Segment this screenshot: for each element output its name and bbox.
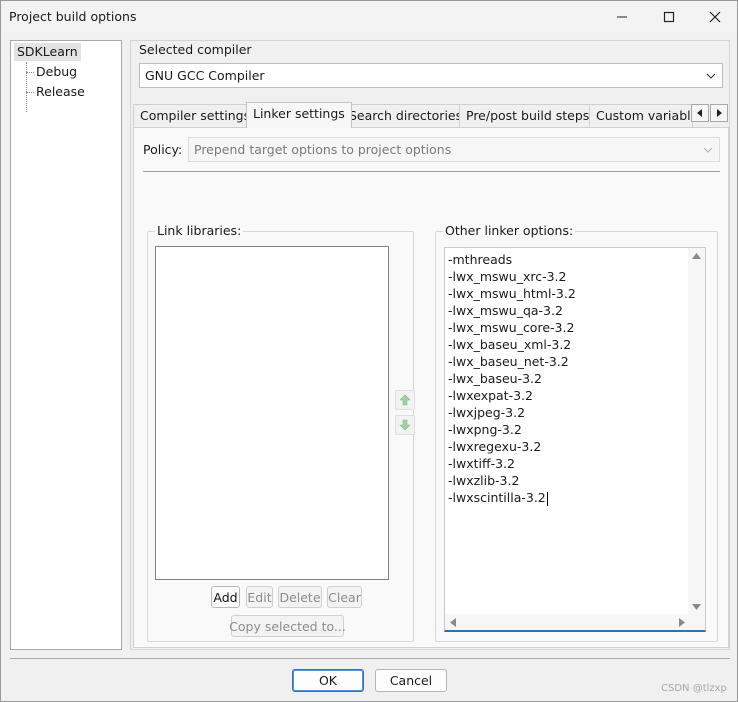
tree-item-sdklearn[interactable]: SDKLearn: [14, 43, 81, 61]
copy-selected-to-button[interactable]: Copy selected to...: [229, 615, 346, 637]
compiler-select[interactable]: GNU GCC Compiler: [139, 63, 723, 88]
tab-pre-post-build-steps[interactable]: Pre/post build steps: [459, 104, 597, 127]
targets-tree[interactable]: SDKLearn Debug Release: [10, 40, 122, 650]
horizontal-scrollbar[interactable]: [445, 614, 690, 630]
move-up-button[interactable]: [395, 390, 415, 410]
linker-option-line: -lwxexpat-3.2: [448, 388, 533, 403]
minimize-icon: [617, 16, 627, 17]
scroll-down-icon: [692, 604, 701, 610]
maximize-icon: [663, 11, 675, 22]
maximize-button[interactable]: [646, 1, 692, 32]
add-button[interactable]: Add: [211, 586, 240, 608]
close-icon: [709, 11, 721, 22]
tab-linker-settings[interactable]: Linker settings: [246, 102, 352, 128]
other-linker-options-label: Other linker options:: [443, 223, 576, 238]
linker-option-line: -lwx_mswu_xrc-3.2: [448, 269, 567, 284]
linker-option-line: -lwx_baseu_net-3.2: [448, 354, 569, 369]
linker-option-line: -lwx_mswu_qa-3.2: [448, 303, 563, 318]
scroll-corner: [688, 614, 705, 630]
separator: [143, 171, 720, 172]
policy-select[interactable]: Prepend target options to project option…: [188, 137, 720, 162]
clear-button[interactable]: Clear: [327, 586, 362, 608]
ok-button[interactable]: OK: [292, 669, 364, 692]
tab-search-directories[interactable]: Search directories: [342, 104, 470, 127]
link-libraries-list[interactable]: [155, 246, 389, 580]
linker-option-line: -lwx_mswu_core-3.2: [448, 320, 575, 335]
close-button[interactable]: [692, 1, 738, 32]
tab-compiler-settings[interactable]: Compiler settings: [133, 104, 258, 127]
tree-connector: [26, 92, 34, 93]
tab-scroll-right-button[interactable]: [710, 104, 728, 122]
compiler-select-value: GNU GCC Compiler: [145, 68, 265, 83]
arrow-left-icon: [697, 109, 702, 117]
link-libraries-group: Link libraries: Add Edit Delete Clear Co…: [147, 223, 415, 642]
vertical-scrollbar[interactable]: [688, 248, 705, 615]
tree-item-release[interactable]: Release: [36, 84, 85, 99]
watermark: CSDN @tlzxp: [661, 683, 727, 694]
tree-connector: [26, 72, 34, 73]
move-down-button[interactable]: [395, 415, 415, 435]
edit-button[interactable]: Edit: [246, 586, 273, 608]
scroll-up-icon: [692, 253, 701, 259]
tree-connector: [26, 62, 27, 112]
chevron-down-icon: [706, 73, 716, 79]
arrow-down-icon: [399, 419, 411, 431]
other-linker-options-textarea[interactable]: -mthreads -lwx_mswu_xrc-3.2 -lwx_mswu_ht…: [444, 247, 706, 632]
linker-option-line: -lwxregexu-3.2: [448, 439, 542, 454]
linker-option-line: -lwxjpeg-3.2: [448, 405, 526, 420]
tab-custom-variables[interactable]: Custom variable: [589, 104, 693, 127]
policy-label: Policy:: [143, 142, 183, 157]
link-libraries-label: Link libraries:: [155, 223, 244, 238]
linker-option-line: -lwx_baseu_xml-3.2: [448, 337, 572, 352]
cancel-button[interactable]: Cancel: [375, 669, 447, 692]
linker-option-line: -lwx_mswu_html-3.2: [448, 286, 576, 301]
linker-option-text: -lwxscintilla-3.2: [448, 490, 546, 505]
linker-options-lines: -mthreads -lwx_mswu_xrc-3.2 -lwx_mswu_ht…: [448, 251, 686, 506]
other-linker-options-group: Other linker options: -mthreads -lwx_msw…: [435, 223, 718, 642]
linker-option-line: -lwxzlib-3.2: [448, 473, 520, 488]
scroll-right-icon: [679, 618, 685, 627]
settings-tabs: Compiler settings Linker settings Search…: [131, 102, 731, 128]
arrow-up-icon: [399, 394, 411, 406]
selected-compiler-label: Selected compiler: [139, 42, 252, 57]
linker-option-line: -mthreads: [448, 252, 513, 267]
arrow-right-icon: [717, 109, 722, 117]
delete-button[interactable]: Delete: [278, 586, 322, 608]
linker-option-line: -lwx_baseu-3.2: [448, 371, 542, 386]
chevron-down-icon: [703, 147, 713, 153]
options-panel: Selected compiler GNU GCC Compiler Compi…: [130, 40, 730, 650]
title-bar: Project build options: [1, 1, 737, 32]
policy-select-value: Prepend target options to project option…: [194, 142, 452, 157]
minimize-button[interactable]: [599, 1, 645, 32]
linker-option-line: -lwxtiff-3.2: [448, 456, 515, 471]
linker-option-line-last: -lwxscintilla-3.2: [448, 489, 686, 506]
tab-scroll-left-button[interactable]: [691, 104, 709, 122]
project-build-options-dialog: Project build options SDKLearn Debug Rel…: [0, 0, 738, 702]
linker-option-line: -lwxpng-3.2: [448, 422, 522, 437]
separator: [10, 658, 730, 659]
linker-settings-page: Policy: Prepend target options to projec…: [133, 127, 729, 648]
text-caret: [546, 491, 548, 506]
window-title: Project build options: [9, 9, 137, 24]
scroll-left-icon: [450, 618, 456, 627]
tree-item-debug[interactable]: Debug: [36, 64, 77, 79]
